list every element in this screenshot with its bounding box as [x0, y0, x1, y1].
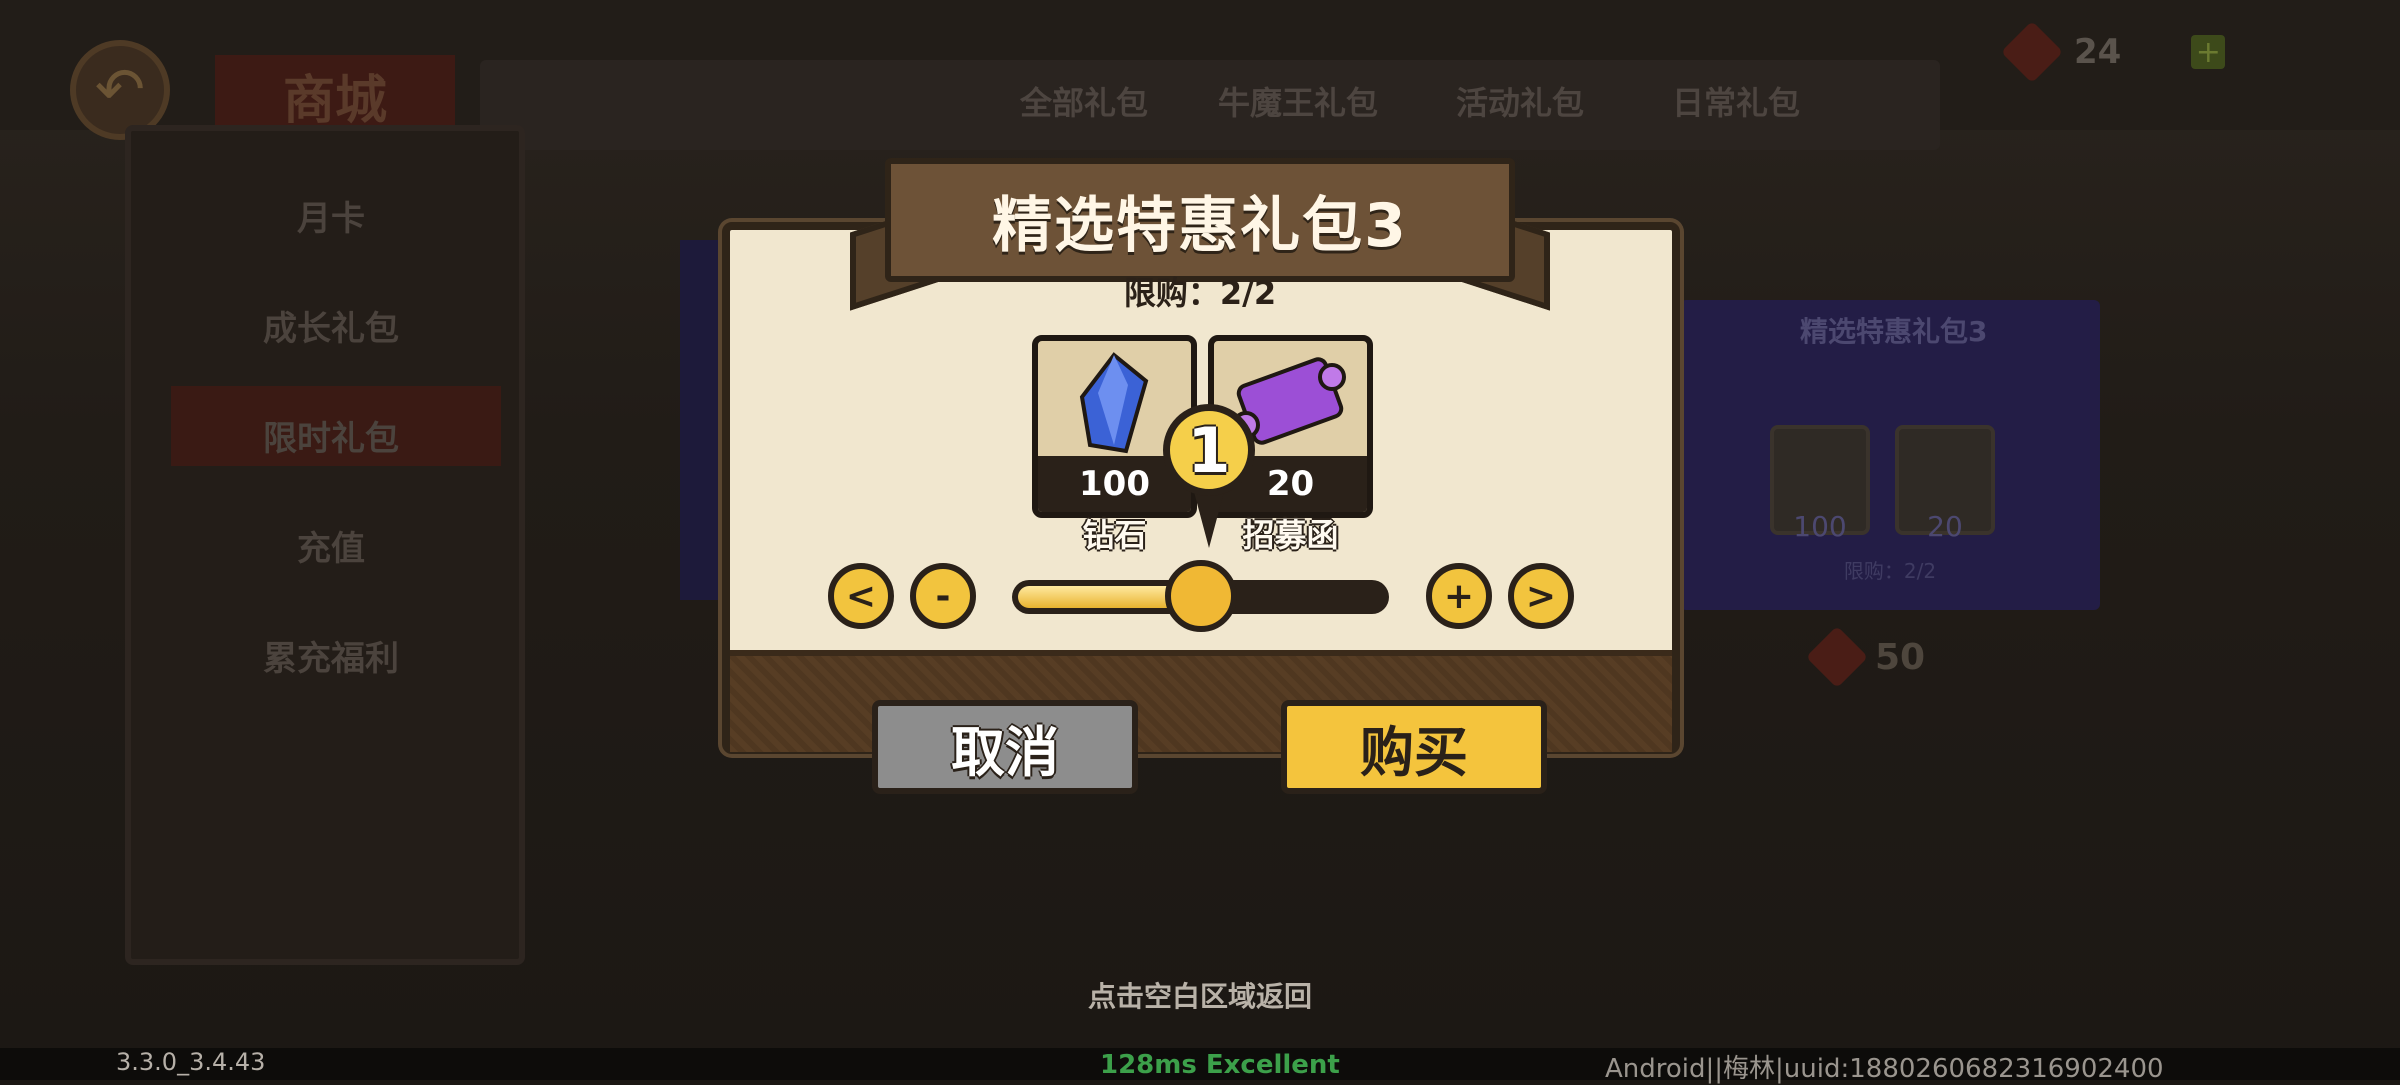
device-info-label: Android||梅林|uuid:1880260682316902400	[1605, 1054, 2164, 1084]
reward-item-name: 招募函	[1242, 516, 1339, 554]
back-arrow-icon: ↶	[94, 55, 146, 125]
quantity-slider-thumb[interactable]	[1164, 560, 1237, 632]
sidebar-item-growth-pack[interactable]: 成长礼包	[131, 301, 531, 350]
tab-bull-king[interactable]: 牛魔王礼包	[1218, 78, 1378, 124]
prev-button[interactable]: <	[828, 563, 894, 629]
cancel-button[interactable]: 取消	[872, 700, 1138, 794]
tab-daily[interactable]: 日常礼包	[1672, 78, 1800, 124]
card-price: 50	[1805, 625, 1926, 689]
card-item-qty: 100	[1793, 510, 1847, 543]
sidebar: 月卡 成长礼包 限时礼包 充值 累充福利	[125, 125, 525, 965]
version-label: 3.3.0_3.4.43	[116, 1048, 266, 1076]
next-button[interactable]: >	[1508, 563, 1574, 629]
sidebar-item-cumulative-bonus[interactable]: 累充福利	[131, 631, 531, 680]
add-currency-button[interactable]: +	[2191, 35, 2226, 70]
ruby-icon	[1805, 625, 1869, 689]
ping-label: 128ms Excellent	[1100, 1050, 1340, 1080]
tab-event[interactable]: 活动礼包	[1456, 78, 1584, 124]
sidebar-item-limited-pack[interactable]: 限时礼包	[131, 411, 531, 460]
purchase-limit: 限购：2/2	[1123, 274, 1277, 312]
dialog-title-banner: 精选特惠礼包3	[885, 158, 1515, 282]
card-title: 精选特惠礼包3	[1800, 315, 1988, 348]
ruby-icon	[2000, 20, 2064, 84]
reward-item-name: 钻石	[1082, 516, 1147, 554]
sidebar-item-monthly-card[interactable]: 月卡	[131, 191, 531, 240]
tap-empty-to-return-hint: 点击空白区域返回	[1087, 980, 1312, 1013]
dialog-title: 精选特惠礼包3	[992, 190, 1408, 261]
quantity-indicator: 1	[1163, 404, 1255, 496]
sidebar-item-recharge[interactable]: 充值	[131, 521, 531, 570]
minus-button[interactable]: -	[910, 563, 976, 629]
plus-button[interactable]: +	[1426, 563, 1492, 629]
card-item-qty: 20	[1927, 510, 1963, 543]
quantity-pin-pointer	[1193, 488, 1225, 548]
shop-title: 商城	[215, 55, 455, 135]
background-card-right: 精选特惠礼包3 100 20 限购：2/2	[1680, 300, 2100, 610]
currency-value: 24	[2074, 32, 2122, 72]
currency-display: 24 +	[2000, 20, 2226, 84]
card-limit: 限购：2/2	[1843, 559, 1937, 583]
buy-button[interactable]: 购买	[1281, 700, 1547, 794]
tab-all[interactable]: 全部礼包	[1020, 78, 1148, 124]
card-price-value: 50	[1875, 636, 1926, 678]
